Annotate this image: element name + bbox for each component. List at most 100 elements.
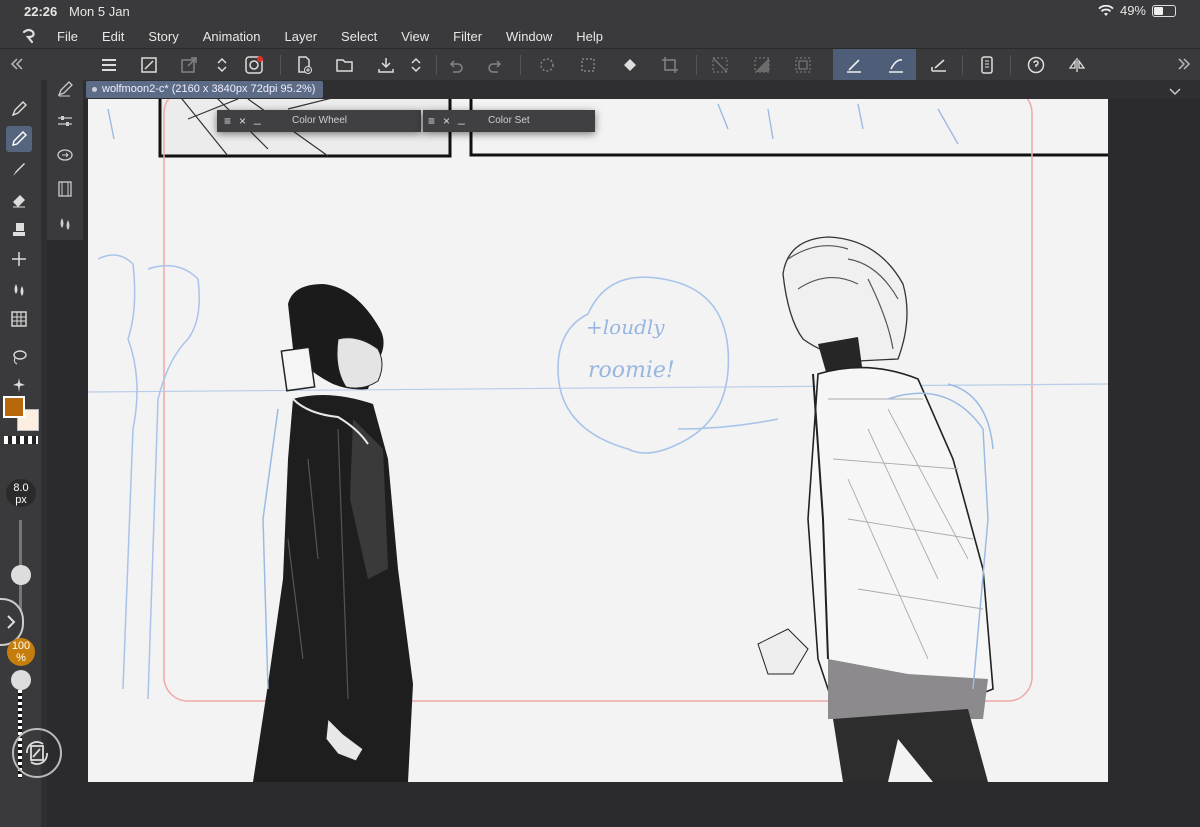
timeline-icon[interactable] <box>52 176 78 202</box>
pen-tool-icon[interactable] <box>6 96 32 122</box>
rotate-icon <box>26 741 48 765</box>
brush-size-value: 8.0 <box>13 482 29 494</box>
status-right: 49% <box>1098 3 1176 18</box>
menu-animation[interactable]: Animation <box>203 29 271 44</box>
brush-opacity-value: 100 <box>11 640 31 652</box>
color-wheel-palette[interactable]: ≡ × _ Color Wheel <box>217 110 421 132</box>
status-date: Mon 5 Jan <box>69 4 130 19</box>
speech-line-2: roomie! <box>588 358 675 383</box>
app-logo-icon[interactable] <box>0 24 57 48</box>
status-time: 22:26 <box>24 4 58 19</box>
brush-size-knob[interactable] <box>11 565 31 585</box>
canvas-surround-bottom <box>83 782 1200 827</box>
ruler-snap-icon[interactable] <box>841 52 867 78</box>
figure-left <box>253 284 413 782</box>
undo-icon[interactable] <box>442 52 468 78</box>
menu-bar: File Edit Story Animation Layer Select V… <box>0 24 1200 48</box>
help-icon[interactable] <box>1023 52 1049 78</box>
eraser-tool-icon[interactable] <box>6 186 32 212</box>
document-tab[interactable]: wolfmoon2-c* (2160 x 3840px 72dpi 95.2%) <box>86 81 324 98</box>
cloud-sync-icon[interactable] <box>241 52 267 78</box>
wifi-icon <box>1098 4 1114 16</box>
collapse-left-icon[interactable] <box>4 51 30 77</box>
device-icon[interactable] <box>974 52 1000 78</box>
battery-percent: 49% <box>1119 3 1146 18</box>
speech-line-1: +loudly <box>586 315 665 339</box>
toolbar-separator <box>696 55 697 75</box>
close-icon[interactable]: × <box>443 114 450 128</box>
brush-opacity-badge: 100 % <box>7 638 35 666</box>
battery-icon <box>1152 4 1176 17</box>
toolbar-separator <box>280 55 281 75</box>
status-bar: 22:26 Mon 5 Jan 49% <box>0 0 1200 24</box>
close-icon[interactable]: × <box>239 114 246 128</box>
brush-size-badge: 8.0 px <box>6 479 36 507</box>
menu-select[interactable]: Select <box>341 29 387 44</box>
toolbar-separator <box>436 55 437 75</box>
drag-handle-icon[interactable]: ≡ <box>224 114 231 128</box>
minimize-icon[interactable]: _ <box>458 111 465 125</box>
brush-opacity-unit: % <box>16 652 26 664</box>
sparkle-tool-icon[interactable] <box>6 246 32 272</box>
palette-title: Color Wheel <box>292 115 348 126</box>
brush-tool-icon[interactable] <box>6 156 32 182</box>
main-color-swatch[interactable] <box>3 396 25 418</box>
toolbar-separator <box>962 55 963 75</box>
menu-help[interactable]: Help <box>576 29 613 44</box>
invert-selection-icon[interactable] <box>749 52 775 78</box>
special-ruler-icon[interactable] <box>926 52 952 78</box>
color-set-palette[interactable]: ≡ × _ Color Set <box>423 110 595 132</box>
collapse-right-icon[interactable] <box>1171 51 1197 77</box>
command-bar <box>0 48 1200 81</box>
magic-wand-tool-icon[interactable] <box>6 372 32 398</box>
save-options-icon[interactable] <box>403 52 429 78</box>
menu-filter[interactable]: Filter <box>453 29 492 44</box>
fill-tool-icon[interactable] <box>6 276 32 302</box>
flip-horizontal-icon[interactable] <box>1064 52 1090 78</box>
blend-tool-icon[interactable] <box>6 216 32 242</box>
transform-icon[interactable] <box>575 52 601 78</box>
color-mix-icon[interactable] <box>52 210 78 236</box>
brush-opacity-knob[interactable] <box>11 670 31 690</box>
menu-view[interactable]: View <box>401 29 439 44</box>
crop-icon[interactable] <box>657 52 683 78</box>
toolbar-separator <box>520 55 521 75</box>
toolbar-separator <box>1010 55 1011 75</box>
open-folder-icon[interactable] <box>332 52 358 78</box>
new-canvas-icon[interactable] <box>136 52 162 78</box>
canvas-surround-right <box>1108 99 1200 782</box>
drag-handle-icon[interactable]: ≡ <box>428 114 435 128</box>
sort-icon[interactable] <box>209 52 235 78</box>
redo-icon[interactable] <box>483 52 509 78</box>
drawing-canvas[interactable]: +loudly roomie! <box>88 99 1108 782</box>
menu-icon[interactable] <box>96 52 122 78</box>
minimize-icon[interactable]: _ <box>254 111 261 125</box>
lasso-tool-icon[interactable] <box>6 344 32 370</box>
deselect-icon[interactable] <box>707 52 733 78</box>
transparent-color-swatch[interactable] <box>4 436 38 444</box>
layer-icon[interactable] <box>52 142 78 168</box>
unsaved-dot-icon <box>92 86 97 92</box>
brush-size-unit: px <box>15 494 27 506</box>
menu-edit[interactable]: Edit <box>102 29 134 44</box>
menu-window[interactable]: Window <box>506 29 562 44</box>
menu-file[interactable]: File <box>57 29 88 44</box>
tool-property-icon[interactable] <box>52 108 78 134</box>
canvas-rotate-button[interactable] <box>12 728 62 778</box>
grid-tool-icon[interactable] <box>6 306 32 332</box>
pencil-tool-icon[interactable] <box>6 126 32 152</box>
palette-title: Color Set <box>488 115 530 126</box>
new-file-icon[interactable] <box>291 52 317 78</box>
save-icon[interactable] <box>373 52 399 78</box>
menu-layer[interactable]: Layer <box>285 29 328 44</box>
export-icon[interactable] <box>176 52 202 78</box>
loading-icon[interactable] <box>534 52 560 78</box>
stroke-snap-icon[interactable] <box>883 52 909 78</box>
menu-story[interactable]: Story <box>148 29 188 44</box>
subtool-pen-icon[interactable] <box>52 76 78 102</box>
fill-icon[interactable] <box>617 52 643 78</box>
artwork: +loudly roomie! <box>88 99 1108 782</box>
chevron-right-icon <box>7 615 16 629</box>
document-tab-label: wolfmoon2-c* (2160 x 3840px 72dpi 95.2%) <box>102 83 316 95</box>
select-all-icon[interactable] <box>790 52 816 78</box>
